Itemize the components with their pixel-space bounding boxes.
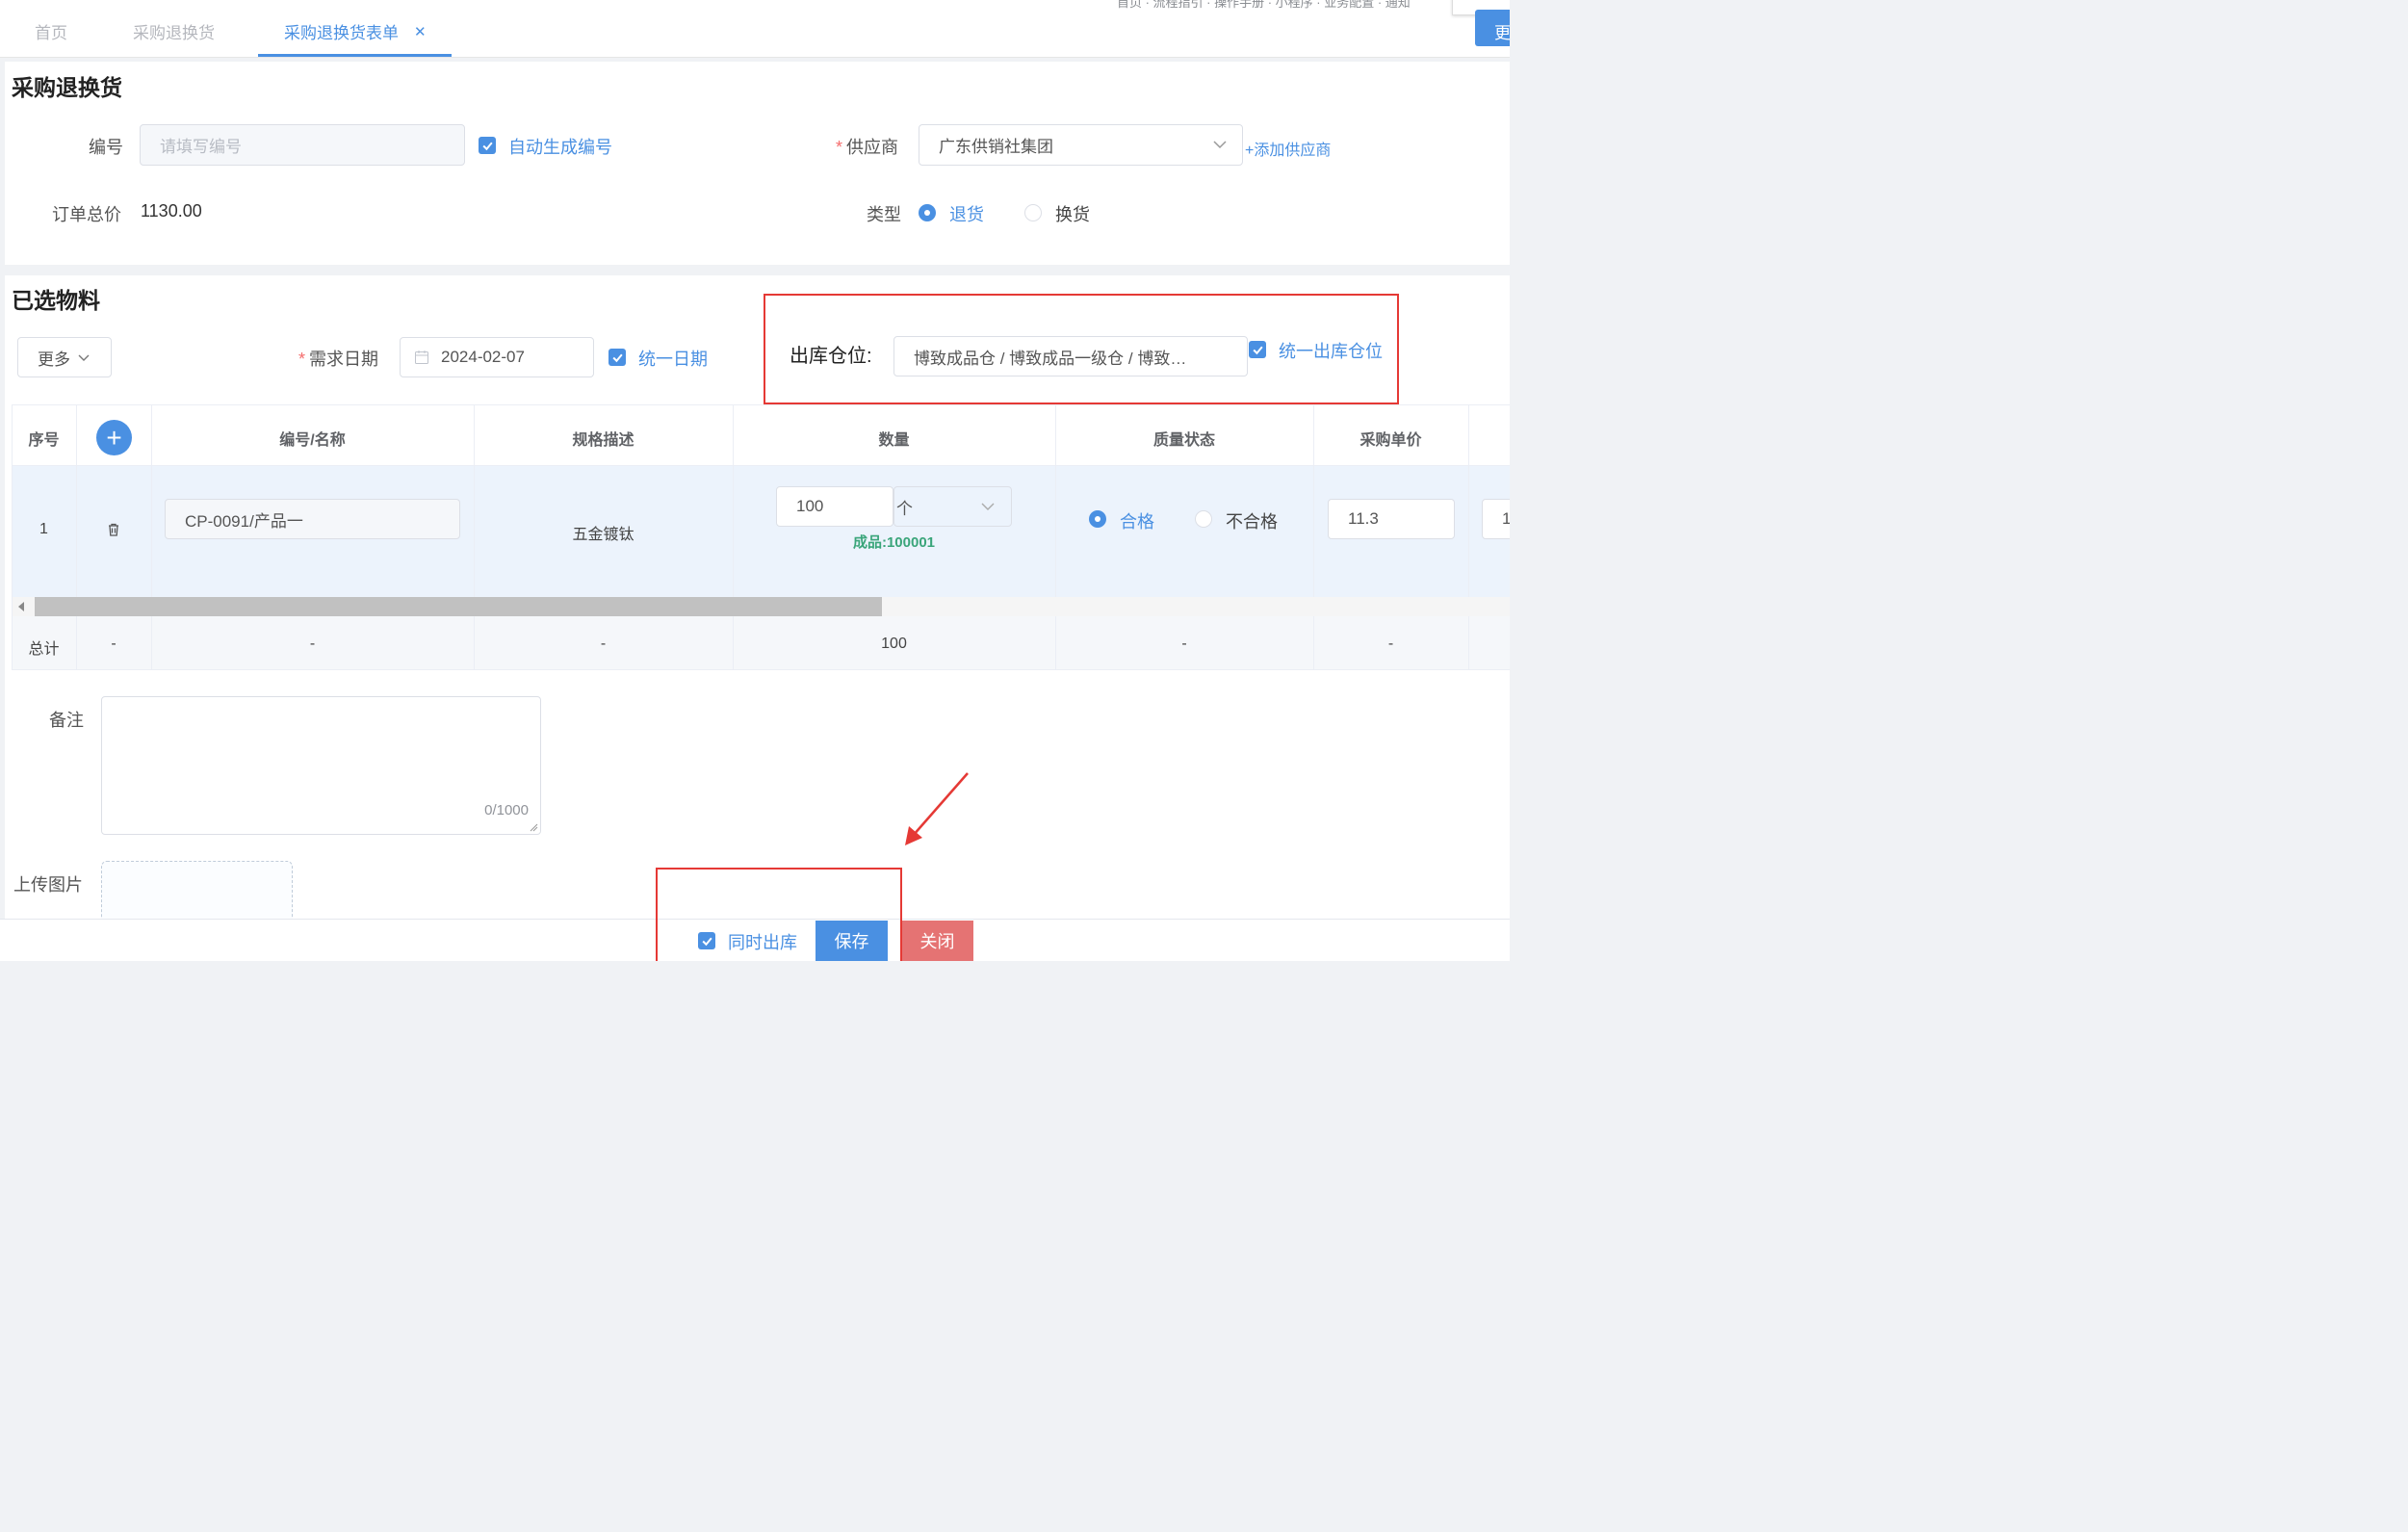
type-return-radio[interactable] [919, 204, 936, 221]
trash-icon[interactable] [106, 522, 121, 542]
page: 首页 采购退换货 采购退换货表单 ✕ 首页 · 流程指引 · 操作手册 · 小程… [0, 0, 1510, 961]
add-row-button[interactable]: + [96, 420, 132, 455]
chevron-down-icon [1213, 141, 1227, 149]
check-icon [611, 353, 623, 362]
code-label: 编号 [89, 138, 123, 157]
next-column-input[interactable]: 1 [1482, 499, 1510, 539]
scroll-left-icon [18, 602, 24, 611]
qty-input[interactable]: 100 [776, 486, 893, 527]
tab-home[interactable]: 首页 [35, 19, 67, 43]
type-exchange-radio[interactable] [1024, 204, 1042, 221]
remark-label: 备注 [49, 711, 84, 730]
annotation-box-actions [656, 868, 902, 961]
tab-purchase-return[interactable]: 采购退换货 [133, 19, 215, 43]
quality-pass-radio[interactable] [1089, 510, 1106, 528]
remark-textarea[interactable]: 0/1000 [101, 696, 541, 835]
tab-close-icon[interactable]: ✕ [414, 23, 427, 40]
more-label: 更多 [38, 350, 70, 369]
column-divider [1468, 404, 1469, 597]
scrollbar-thumb[interactable] [35, 597, 882, 616]
tab-purchase-return-form[interactable]: 采购退换货表单 [284, 19, 399, 43]
column-divider [1468, 616, 1469, 670]
quality-pass-label[interactable]: 合格 [1120, 508, 1154, 533]
chevron-down-icon [78, 354, 90, 361]
more-dropdown[interactable]: 更多 [17, 337, 112, 377]
unify-date-label[interactable]: 统一日期 [638, 346, 708, 371]
calendar-icon [415, 351, 428, 364]
chevron-down-icon [981, 503, 995, 510]
code-input[interactable]: 请填写编号 [140, 124, 465, 166]
code-name-input[interactable]: CP-0091/产品一 [165, 499, 460, 539]
top-menu-text[interactable]: 首页 · 流程指引 · 操作手册 · 小程序 · 业务配置 · 通知 [1117, 0, 1411, 11]
required-mark: * [836, 138, 843, 157]
unit-price-input[interactable]: 11.3 [1328, 499, 1455, 539]
footer-cell: - [111, 636, 117, 652]
horizontal-scrollbar[interactable] [12, 597, 1510, 616]
check-icon [481, 142, 493, 150]
demand-date-label: * 需求日期 [298, 350, 379, 369]
demand-date-value: 2024-02-07 [441, 348, 525, 366]
spec-value: 五金镀钛 [572, 527, 634, 543]
footer-cell: - [1181, 636, 1187, 652]
col-header-unit-price: 采购单价 [1359, 432, 1422, 449]
quality-fail-label[interactable]: 不合格 [1226, 508, 1278, 533]
stock-info: 成品:100001 [852, 534, 936, 551]
col-header-code-name: 编号/名称 [279, 432, 346, 449]
close-button[interactable]: 关闭 [901, 921, 973, 961]
supplier-value: 广东供销社集团 [939, 138, 1053, 156]
annotation-box-warehouse [764, 294, 1399, 404]
footer-cell: - [1387, 636, 1394, 652]
unit-value: 个 [896, 499, 913, 518]
row-index: 1 [39, 521, 48, 537]
col-header-index: 序号 [28, 432, 60, 449]
resize-handle-icon [530, 823, 538, 832]
footer-qty-total: 100 [881, 636, 907, 652]
footer-cell: - [600, 636, 607, 652]
type-exchange-label[interactable]: 换货 [1055, 201, 1090, 226]
auto-code-checkbox[interactable] [479, 137, 496, 154]
materials-title: 已选物料 [12, 288, 100, 313]
supplier-label: * 供应商 [836, 138, 899, 157]
add-supplier-link[interactable]: +添加供应商 [1245, 137, 1331, 160]
top-right-button[interactable]: 更 [1475, 10, 1510, 46]
footer-cell: - [309, 636, 316, 652]
col-header-spec: 规格描述 [572, 432, 634, 449]
total-label: 订单总价 [52, 205, 121, 224]
type-label: 类型 [867, 205, 901, 224]
col-header-quality: 质量状态 [1152, 432, 1215, 449]
active-tab-indicator [258, 54, 452, 57]
unify-date-checkbox[interactable] [608, 349, 626, 366]
upload-label: 上传图片 [13, 875, 83, 895]
footer-total-label: 总计 [28, 641, 60, 658]
col-header-qty: 数量 [878, 432, 910, 449]
remark-counter: 0/1000 [484, 802, 529, 818]
supplier-select[interactable]: 广东供销社集团 [919, 124, 1243, 166]
auto-code-label[interactable]: 自动生成编号 [508, 134, 612, 159]
total-value: 1130.00 [141, 201, 202, 221]
demand-date-input[interactable]: 2024-02-07 [400, 337, 594, 377]
plus-icon: + [106, 422, 122, 453]
annotation-arrow-icon [905, 772, 969, 845]
column-divider [76, 404, 77, 597]
unit-select[interactable]: 个 [893, 486, 1012, 527]
type-return-label[interactable]: 退货 [949, 201, 984, 226]
required-mark: * [298, 350, 306, 369]
page-title: 采购退换货 [12, 75, 122, 100]
quality-fail-radio[interactable] [1195, 510, 1212, 528]
